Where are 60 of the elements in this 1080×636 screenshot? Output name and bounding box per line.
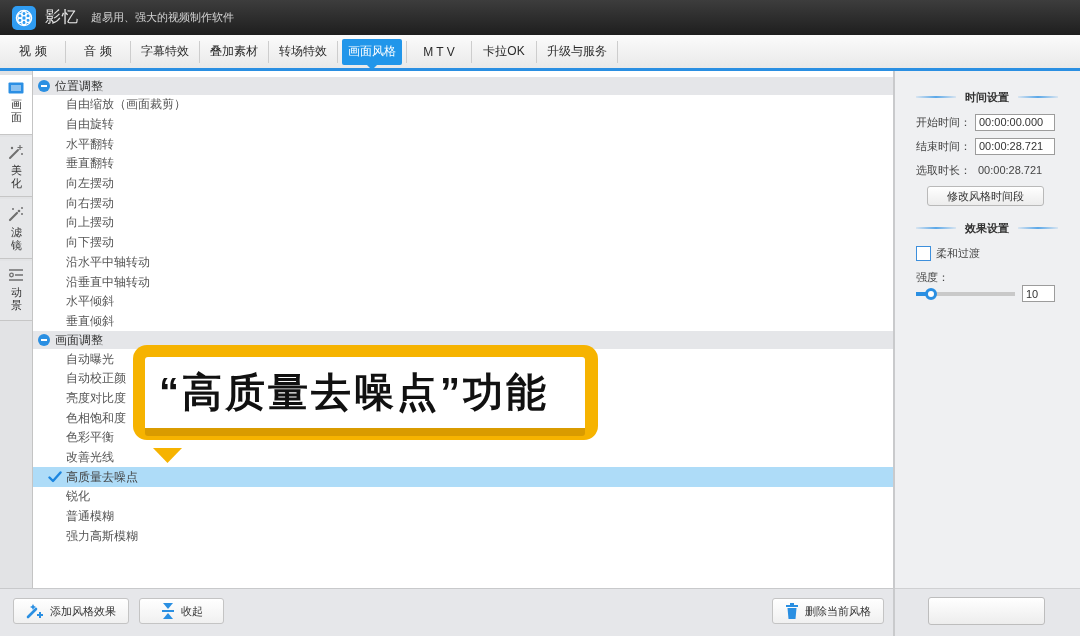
side-tab[interactable]: 美化 (0, 137, 32, 197)
tab[interactable]: 视 频 (5, 38, 61, 65)
action-button[interactable] (928, 597, 1045, 625)
slider-thumb[interactable] (924, 287, 937, 300)
effect-item[interactable]: 强力高斯模糊 (33, 526, 893, 547)
duration-value: 00:00:28.721 (978, 164, 1043, 176)
effect-item[interactable]: 沿垂直中轴转动 (33, 272, 893, 292)
tab[interactable]: 音 频 (70, 38, 126, 65)
tab[interactable]: 叠加素材 (204, 38, 264, 65)
wand-sparkle-icon (8, 206, 24, 222)
effect-item[interactable]: 自由缩放（画面裁剪） (33, 95, 893, 115)
app-logo-icon (12, 5, 36, 30)
edit-time-range-button[interactable]: 修改风格时间段 (927, 186, 1044, 206)
tab[interactable]: 卡拉OK (476, 38, 532, 65)
app-subtitle: 超易用、强大的视频制作软件 (91, 10, 234, 25)
pointer-triangle-icon (153, 448, 182, 463)
effect-item[interactable]: 向右摆动 (33, 193, 893, 214)
magic-wand-plus-icon (26, 603, 44, 619)
screen-icon (8, 82, 24, 94)
section-title: 时间设置 (965, 89, 1009, 105)
strength-label: 强度： (916, 269, 949, 285)
tab[interactable]: 升级与服务 (541, 38, 613, 65)
effect-item[interactable]: 垂直翻转 (33, 154, 893, 174)
strength-value-field[interactable]: 10 (1022, 285, 1055, 302)
collapse-icon (160, 603, 175, 619)
tab[interactable]: 字幕特效 (135, 38, 195, 65)
section-title: 效果设置 (965, 220, 1009, 236)
effect-item[interactable]: 垂直倾斜 (33, 311, 893, 332)
field-label: 结束时间： (916, 138, 972, 154)
effect-item[interactable]: 普通模糊 (33, 506, 893, 527)
effect-item[interactable]: 向上摆动 (33, 213, 893, 233)
field-label: 开始时间： (916, 114, 972, 130)
list-lines-icon (8, 268, 24, 282)
trash-icon (785, 603, 799, 619)
checkbox-label: 柔和过渡 (936, 245, 980, 261)
toolbar-button[interactable]: 添加风格效果 (13, 598, 129, 624)
magic-wand-icon (8, 144, 24, 160)
effect-item[interactable]: 高质量去噪点 (33, 467, 893, 488)
field-label: 选取时长： (916, 162, 972, 178)
effect-item[interactable]: 锐化 (33, 487, 893, 507)
effect-item[interactable]: 水平翻转 (33, 134, 893, 155)
tab[interactable]: 转场特效 (273, 38, 333, 65)
checkbox[interactable] (916, 245, 931, 261)
app-title: 影忆 (45, 7, 79, 27)
effect-item[interactable]: 沿水平中轴转动 (33, 252, 893, 273)
effect-item[interactable]: 水平倾斜 (33, 291, 893, 312)
end-time-field[interactable]: 00:00:28.721 (975, 137, 1055, 155)
effect-item[interactable]: 向下摆动 (33, 232, 893, 253)
effect-item[interactable]: 自由旋转 (33, 114, 893, 135)
side-tab[interactable]: 滤镜 (0, 199, 32, 259)
effect-item[interactable]: 改善光线 (33, 447, 893, 468)
group-header[interactable]: 位置调整 (33, 77, 893, 95)
side-tab[interactable]: 动景 (0, 261, 32, 321)
start-time-field[interactable]: 00:00:00.000 (975, 113, 1055, 131)
tab[interactable]: M T V (411, 38, 467, 65)
callout-text: “高质量去噪点”功能 (145, 357, 585, 436)
side-tab[interactable]: 画面 (0, 75, 32, 135)
toolbar-button[interactable]: 收起 (139, 598, 224, 624)
effect-item[interactable]: 向左摆动 (33, 173, 893, 194)
toolbar-button[interactable]: 删除当前风格 (772, 598, 884, 624)
